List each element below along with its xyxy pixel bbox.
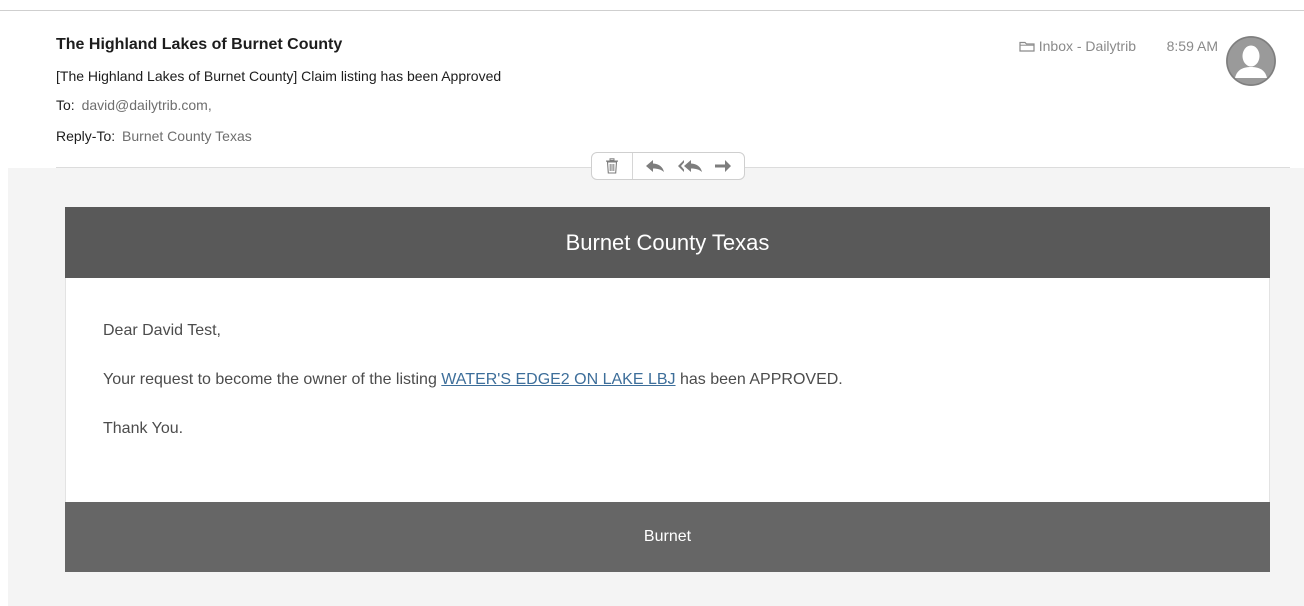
- email-header: The Highland Lakes of Burnet County [The…: [56, 28, 1290, 168]
- reply-all-icon: [677, 160, 702, 172]
- reply-to-row: Reply-To: Burnet County Texas: [56, 128, 252, 144]
- email-subject: [The Highland Lakes of Burnet County] Cl…: [56, 68, 502, 84]
- received-time: 8:59 AM: [1166, 38, 1218, 54]
- person-icon: [1226, 36, 1276, 86]
- top-divider: [0, 10, 1304, 11]
- message-suffix: has been APPROVED.: [679, 371, 843, 388]
- avatar: [1226, 36, 1276, 86]
- reply-icon: [645, 160, 664, 172]
- email-viewer: The Highland Lakes of Burnet County [The…: [0, 0, 1304, 606]
- message-content: Dear David Test, Your request to become …: [65, 278, 1270, 502]
- reply-all-button[interactable]: [677, 159, 703, 173]
- reply-button[interactable]: [645, 159, 665, 173]
- greeting-text: Dear David Test,: [103, 322, 221, 339]
- folder-icon: [1019, 41, 1035, 52]
- trash-icon: [606, 158, 618, 174]
- email-banner: Burnet County Texas: [65, 207, 1270, 278]
- mailbox-indicator[interactable]: Inbox - Dailytrib: [1019, 38, 1136, 54]
- reply-actions: [633, 159, 744, 173]
- closing-text: Thank You.: [103, 420, 184, 437]
- email-footer: Burnet: [65, 502, 1270, 572]
- message-actions-toolbar: [591, 152, 745, 180]
- to-row: To: david@dailytrib.com,: [56, 97, 212, 113]
- approval-message: Your request to become the owner of the …: [103, 371, 843, 389]
- reply-to-address[interactable]: Burnet County Texas: [122, 128, 252, 144]
- listing-link[interactable]: WATER'S EDGE2 ON LAKE LBJ: [441, 371, 675, 388]
- forward-button[interactable]: [714, 159, 732, 173]
- reply-to-label: Reply-To:: [56, 128, 116, 144]
- mailbox-label: Inbox - Dailytrib: [1038, 38, 1136, 54]
- forward-icon: [715, 160, 732, 172]
- sender-name: The Highland Lakes of Burnet County: [56, 36, 343, 53]
- message-prefix: Your request to become the owner of the …: [103, 371, 437, 388]
- to-address[interactable]: david@dailytrib.com,: [82, 97, 212, 113]
- to-label: To:: [56, 97, 75, 113]
- delete-button[interactable]: [592, 153, 633, 179]
